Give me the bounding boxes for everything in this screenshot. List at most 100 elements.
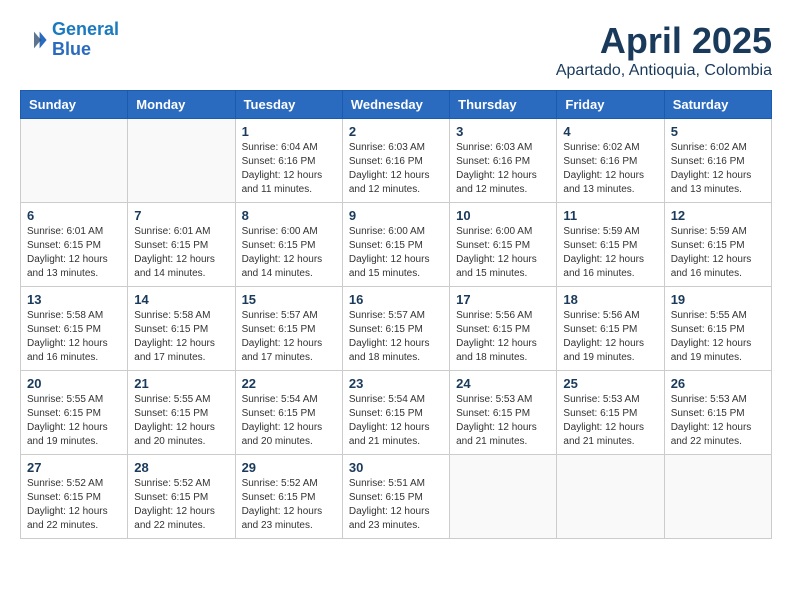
day-info: Sunrise: 6:01 AM Sunset: 6:15 PM Dayligh… [27, 225, 121, 281]
day-number: 18 [563, 292, 657, 307]
day-info: Sunrise: 6:00 AM Sunset: 6:15 PM Dayligh… [456, 225, 550, 281]
day-number: 6 [27, 208, 121, 223]
day-info: Sunrise: 6:02 AM Sunset: 6:16 PM Dayligh… [671, 141, 765, 197]
day-number: 20 [27, 376, 121, 391]
day-number: 16 [349, 292, 443, 307]
logo-line1: General [52, 19, 119, 39]
location-subtitle: Apartado, Antioquia, Colombia [556, 62, 772, 80]
logo-text: General Blue [52, 20, 119, 60]
day-info: Sunrise: 5:53 AM Sunset: 6:15 PM Dayligh… [456, 393, 550, 449]
day-info: Sunrise: 5:56 AM Sunset: 6:15 PM Dayligh… [456, 309, 550, 365]
day-number: 24 [456, 376, 550, 391]
day-info: Sunrise: 6:00 AM Sunset: 6:15 PM Dayligh… [242, 225, 336, 281]
calendar-cell: 3 Sunrise: 6:03 AM Sunset: 6:16 PM Daylig… [450, 119, 557, 203]
day-info: Sunrise: 5:54 AM Sunset: 6:15 PM Dayligh… [242, 393, 336, 449]
calendar-cell: 4 Sunrise: 6:02 AM Sunset: 6:16 PM Daylig… [557, 119, 664, 203]
calendar-cell: 21 Sunrise: 5:55 AM Sunset: 6:15 PM Dayli… [128, 371, 235, 455]
calendar-cell: 26 Sunrise: 5:53 AM Sunset: 6:15 PM Dayli… [664, 371, 771, 455]
day-of-week-header: Wednesday [342, 91, 449, 119]
day-of-week-header: Saturday [664, 91, 771, 119]
day-info: Sunrise: 5:59 AM Sunset: 6:15 PM Dayligh… [671, 225, 765, 281]
day-info: Sunrise: 5:58 AM Sunset: 6:15 PM Dayligh… [27, 309, 121, 365]
day-info: Sunrise: 5:52 AM Sunset: 6:15 PM Dayligh… [27, 477, 121, 533]
day-of-week-header: Thursday [450, 91, 557, 119]
calendar-cell: 9 Sunrise: 6:00 AM Sunset: 6:15 PM Daylig… [342, 203, 449, 287]
logo-icon [20, 26, 48, 54]
day-number: 2 [349, 124, 443, 139]
logo-line2: Blue [52, 39, 91, 59]
day-number: 27 [27, 460, 121, 475]
calendar-cell: 18 Sunrise: 5:56 AM Sunset: 6:15 PM Dayli… [557, 287, 664, 371]
calendar-week-row: 13 Sunrise: 5:58 AM Sunset: 6:15 PM Dayli… [21, 287, 772, 371]
calendar-cell [128, 119, 235, 203]
day-info: Sunrise: 5:53 AM Sunset: 6:15 PM Dayligh… [671, 393, 765, 449]
day-info: Sunrise: 5:56 AM Sunset: 6:15 PM Dayligh… [563, 309, 657, 365]
calendar-week-row: 6 Sunrise: 6:01 AM Sunset: 6:15 PM Daylig… [21, 203, 772, 287]
day-number: 13 [27, 292, 121, 307]
calendar-cell: 28 Sunrise: 5:52 AM Sunset: 6:15 PM Dayli… [128, 455, 235, 539]
calendar-cell: 24 Sunrise: 5:53 AM Sunset: 6:15 PM Dayli… [450, 371, 557, 455]
day-info: Sunrise: 5:57 AM Sunset: 6:15 PM Dayligh… [242, 309, 336, 365]
calendar-cell: 10 Sunrise: 6:00 AM Sunset: 6:15 PM Dayli… [450, 203, 557, 287]
day-info: Sunrise: 5:55 AM Sunset: 6:15 PM Dayligh… [134, 393, 228, 449]
calendar-cell: 1 Sunrise: 6:04 AM Sunset: 6:16 PM Daylig… [235, 119, 342, 203]
calendar-week-row: 27 Sunrise: 5:52 AM Sunset: 6:15 PM Dayli… [21, 455, 772, 539]
day-info: Sunrise: 5:51 AM Sunset: 6:15 PM Dayligh… [349, 477, 443, 533]
day-number: 1 [242, 124, 336, 139]
calendar-cell: 30 Sunrise: 5:51 AM Sunset: 6:15 PM Dayli… [342, 455, 449, 539]
day-info: Sunrise: 6:03 AM Sunset: 6:16 PM Dayligh… [349, 141, 443, 197]
calendar-cell: 11Sunrise: 5:59 AM Sunset: 6:15 PM Dayli… [557, 203, 664, 287]
day-number: 28 [134, 460, 228, 475]
day-of-week-header: Monday [128, 91, 235, 119]
calendar-cell [450, 455, 557, 539]
day-number: 5 [671, 124, 765, 139]
title-section: April 2025 Apartado, Antioquia, Colombia [556, 20, 772, 80]
calendar-cell: 25 Sunrise: 5:53 AM Sunset: 6:15 PM Dayli… [557, 371, 664, 455]
calendar-cell: 16 Sunrise: 5:57 AM Sunset: 6:15 PM Dayli… [342, 287, 449, 371]
day-number: 12 [671, 208, 765, 223]
day-number: 10 [456, 208, 550, 223]
day-number: 25 [563, 376, 657, 391]
calendar-cell: 20Sunrise: 5:55 AM Sunset: 6:15 PM Dayli… [21, 371, 128, 455]
day-info: Sunrise: 6:00 AM Sunset: 6:15 PM Dayligh… [349, 225, 443, 281]
calendar-cell [557, 455, 664, 539]
day-number: 9 [349, 208, 443, 223]
calendar-cell: 23Sunrise: 5:54 AM Sunset: 6:15 PM Dayli… [342, 371, 449, 455]
calendar-cell [21, 119, 128, 203]
day-info: Sunrise: 6:03 AM Sunset: 6:16 PM Dayligh… [456, 141, 550, 197]
day-of-week-header: Sunday [21, 91, 128, 119]
day-number: 17 [456, 292, 550, 307]
day-number: 19 [671, 292, 765, 307]
calendar-cell: 2 Sunrise: 6:03 AM Sunset: 6:16 PM Daylig… [342, 119, 449, 203]
calendar-cell: 14Sunrise: 5:58 AM Sunset: 6:15 PM Dayli… [128, 287, 235, 371]
calendar-cell: 29Sunrise: 5:52 AM Sunset: 6:15 PM Dayli… [235, 455, 342, 539]
calendar-cell: 6 Sunrise: 6:01 AM Sunset: 6:15 PM Daylig… [21, 203, 128, 287]
calendar-cell: 27 Sunrise: 5:52 AM Sunset: 6:15 PM Dayli… [21, 455, 128, 539]
calendar-cell: 22Sunrise: 5:54 AM Sunset: 6:15 PM Dayli… [235, 371, 342, 455]
day-number: 21 [134, 376, 228, 391]
day-of-week-header: Friday [557, 91, 664, 119]
day-info: Sunrise: 5:54 AM Sunset: 6:15 PM Dayligh… [349, 393, 443, 449]
day-number: 8 [242, 208, 336, 223]
month-title: April 2025 [556, 20, 772, 62]
day-info: Sunrise: 6:04 AM Sunset: 6:16 PM Dayligh… [242, 141, 336, 197]
calendar-cell: 8 Sunrise: 6:00 AM Sunset: 6:15 PM Daylig… [235, 203, 342, 287]
day-number: 15 [242, 292, 336, 307]
calendar-cell: 17 Sunrise: 5:56 AM Sunset: 6:15 PM Dayli… [450, 287, 557, 371]
calendar-cell: 7Sunrise: 6:01 AM Sunset: 6:15 PM Daylig… [128, 203, 235, 287]
day-info: Sunrise: 6:02 AM Sunset: 6:16 PM Dayligh… [563, 141, 657, 197]
day-info: Sunrise: 6:01 AM Sunset: 6:15 PM Dayligh… [134, 225, 228, 281]
day-info: Sunrise: 5:53 AM Sunset: 6:15 PM Dayligh… [563, 393, 657, 449]
day-number: 30 [349, 460, 443, 475]
calendar-cell: 13 Sunrise: 5:58 AM Sunset: 6:15 PM Dayli… [21, 287, 128, 371]
logo: General Blue [20, 20, 119, 60]
day-of-week-header: Tuesday [235, 91, 342, 119]
day-number: 4 [563, 124, 657, 139]
day-info: Sunrise: 5:57 AM Sunset: 6:15 PM Dayligh… [349, 309, 443, 365]
day-info: Sunrise: 5:52 AM Sunset: 6:15 PM Dayligh… [134, 477, 228, 533]
calendar-cell [664, 455, 771, 539]
calendar-cell: 19Sunrise: 5:55 AM Sunset: 6:15 PM Dayli… [664, 287, 771, 371]
day-number: 29 [242, 460, 336, 475]
day-number: 3 [456, 124, 550, 139]
day-number: 26 [671, 376, 765, 391]
